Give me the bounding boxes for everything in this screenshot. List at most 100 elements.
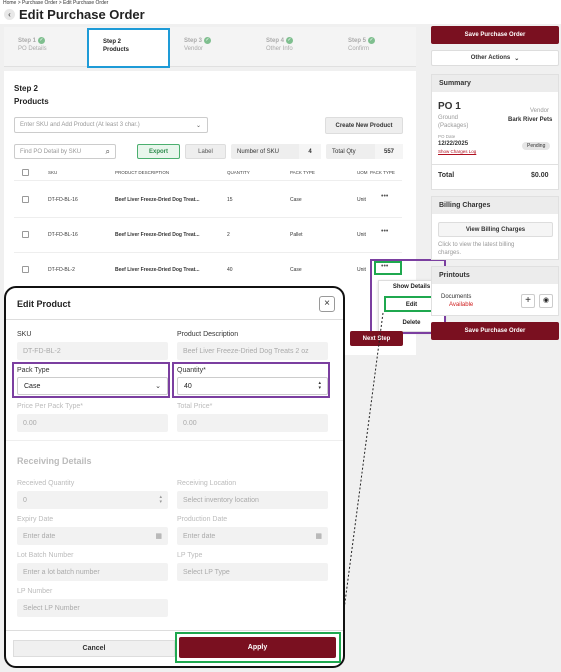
step-name: Step 5 xyxy=(348,38,367,45)
step-name: Step 1 xyxy=(18,38,37,45)
divider xyxy=(431,164,559,165)
col-uom: UOM xyxy=(357,170,368,175)
row-checkbox[interactable] xyxy=(22,196,29,203)
lp-type-field: Select LP Type xyxy=(177,563,328,581)
lp-number-field: Select LP Number xyxy=(17,599,168,617)
col-pack-type-2: PACK TYPE xyxy=(370,170,395,175)
receiving-title: Receiving Details xyxy=(17,456,92,466)
shipping-detail: (Packages) xyxy=(438,123,469,129)
documents-label: Documents xyxy=(441,294,472,300)
vendor-label: Vendor xyxy=(530,108,550,114)
sku-field: DT-FD-BL-2 xyxy=(17,342,168,360)
status-badge: Pending xyxy=(522,142,551,150)
calendar-icon: ▦ xyxy=(155,533,162,540)
row-sku: DT-FD-BL-2 xyxy=(48,267,75,273)
other-actions-button[interactable]: Other Actions ⌄ xyxy=(431,50,559,66)
row-pack-type: Case xyxy=(290,267,302,273)
view-billing-button[interactable]: View Billing Charges xyxy=(438,222,553,237)
received-qty-label: Received Quantity xyxy=(17,480,75,487)
back-button[interactable]: ‹ xyxy=(4,9,15,20)
row-checkbox[interactable] xyxy=(22,231,29,238)
cancel-button[interactable]: Cancel xyxy=(13,640,175,657)
select-all-checkbox[interactable] xyxy=(22,169,29,176)
section-title: Products xyxy=(14,97,49,106)
description-field: Beef Liver Freeze-Dried Dog Treats 2 oz xyxy=(177,342,328,360)
divider xyxy=(6,440,343,441)
show-charges-link[interactable]: Show Charges Log xyxy=(438,149,476,154)
step-3[interactable]: Step 3 ✓ Vendor xyxy=(184,37,212,53)
step-2-active[interactable]: Step 2 Products xyxy=(87,28,170,68)
total-qty-label: Total Qty xyxy=(332,148,356,155)
stepper: Step 1 ✓ PO Details Step 3 ✓ Vendor Step 4… xyxy=(4,27,416,67)
expiry-label: Expiry Date xyxy=(17,516,54,523)
total-price-label: Total Price* xyxy=(177,403,213,410)
received-qty-value: 0 xyxy=(23,496,27,504)
page-title: Edit Purchase Order xyxy=(19,7,145,22)
row-quantity: 2 xyxy=(227,232,230,238)
section-step: Step 2 xyxy=(14,84,39,93)
printouts-panel: Printouts xyxy=(431,266,559,316)
description-label: Product Description xyxy=(177,331,239,338)
step-sub: Confirm xyxy=(348,46,370,53)
step-sub: Vendor xyxy=(184,46,204,53)
po-date-label: PO Date xyxy=(438,134,456,139)
row-quantity: 40 xyxy=(227,267,233,273)
production-date-label: Production Date xyxy=(177,516,228,523)
po-number: PO 1 xyxy=(438,101,461,112)
create-product-button[interactable]: Create New Product xyxy=(325,117,403,134)
total-label: Total xyxy=(438,172,455,179)
next-step-button[interactable]: Next Step xyxy=(350,331,403,346)
divider xyxy=(14,180,402,181)
row-checkbox[interactable] xyxy=(22,266,29,273)
sku-search-input[interactable]: Enter SKU and Add Product (At least 3 ch… xyxy=(14,117,208,133)
save-purchase-order-button-bottom[interactable]: Save Purchase Order xyxy=(431,322,559,340)
production-date-placeholder: Enter date xyxy=(183,532,216,540)
save-purchase-order-button[interactable]: Save Purchase Order xyxy=(431,26,559,44)
step-sub: Other Info xyxy=(266,46,293,53)
more-actions-icon[interactable]: ••• xyxy=(381,193,388,200)
printouts-title: Printouts xyxy=(432,267,558,284)
billing-hint-2: charges. xyxy=(438,250,462,256)
row-uom: Unit xyxy=(357,197,366,203)
received-qty-field: 0 ▴ ▾ xyxy=(17,491,168,509)
shipping-method: Ground xyxy=(438,115,459,121)
billing-title: Billing Charges xyxy=(432,197,558,214)
sku-count-stat: Number of SKU 4 xyxy=(231,144,321,159)
expiry-field: Enter date ▦ xyxy=(17,527,168,545)
search-icon: ⌕ xyxy=(105,146,110,156)
step-5[interactable]: Step 5 ✓ Confirm xyxy=(348,37,376,53)
vendor-name: Bark River Pets xyxy=(508,117,553,123)
find-po-input[interactable]: Find PO Detail by SKU ⌕ xyxy=(14,144,116,159)
col-sku: SKU xyxy=(48,170,58,175)
close-icon[interactable]: × xyxy=(319,296,335,312)
label-button[interactable]: Label xyxy=(185,144,226,159)
total-qty-value: 557 xyxy=(375,144,403,159)
row-uom: Unit xyxy=(357,232,366,238)
divider xyxy=(14,252,402,253)
col-quantity: QUANTITY xyxy=(227,170,250,175)
row-sku: DT-FD-BL-16 xyxy=(48,232,78,238)
divider xyxy=(6,630,343,631)
more-actions-icon[interactable]: ••• xyxy=(381,228,388,235)
total-qty-stat: Total Qty 557 xyxy=(326,144,403,159)
highlight-apply xyxy=(175,632,341,663)
export-button[interactable]: Export xyxy=(137,144,180,159)
check-icon: ✓ xyxy=(204,37,212,44)
step-1[interactable]: Step 1 ✓ PO Details xyxy=(18,37,47,53)
step-sub: PO Details xyxy=(18,46,47,53)
calendar-icon: ▦ xyxy=(315,533,322,540)
row-quantity: 15 xyxy=(227,197,233,203)
col-pack-type: PACK TYPE xyxy=(290,170,315,175)
step-name: Step 4 xyxy=(266,38,285,45)
production-date-field: Enter date ▦ xyxy=(177,527,328,545)
divider xyxy=(14,217,402,218)
lot-field: Enter a lot batch number xyxy=(17,563,168,581)
stepper-arrows-icon: ▴ ▾ xyxy=(159,494,162,505)
sku-count-label: Number of SKU xyxy=(237,148,280,155)
sku-label: SKU xyxy=(17,331,32,338)
step-4[interactable]: Step 4 ✓ Other Info xyxy=(266,37,294,53)
highlight-pack-type xyxy=(12,362,170,398)
col-description: PRODUCT DESCRIPTION xyxy=(115,170,170,175)
add-icon[interactable]: + xyxy=(521,294,535,308)
eye-icon[interactable]: ◉ xyxy=(539,294,553,308)
